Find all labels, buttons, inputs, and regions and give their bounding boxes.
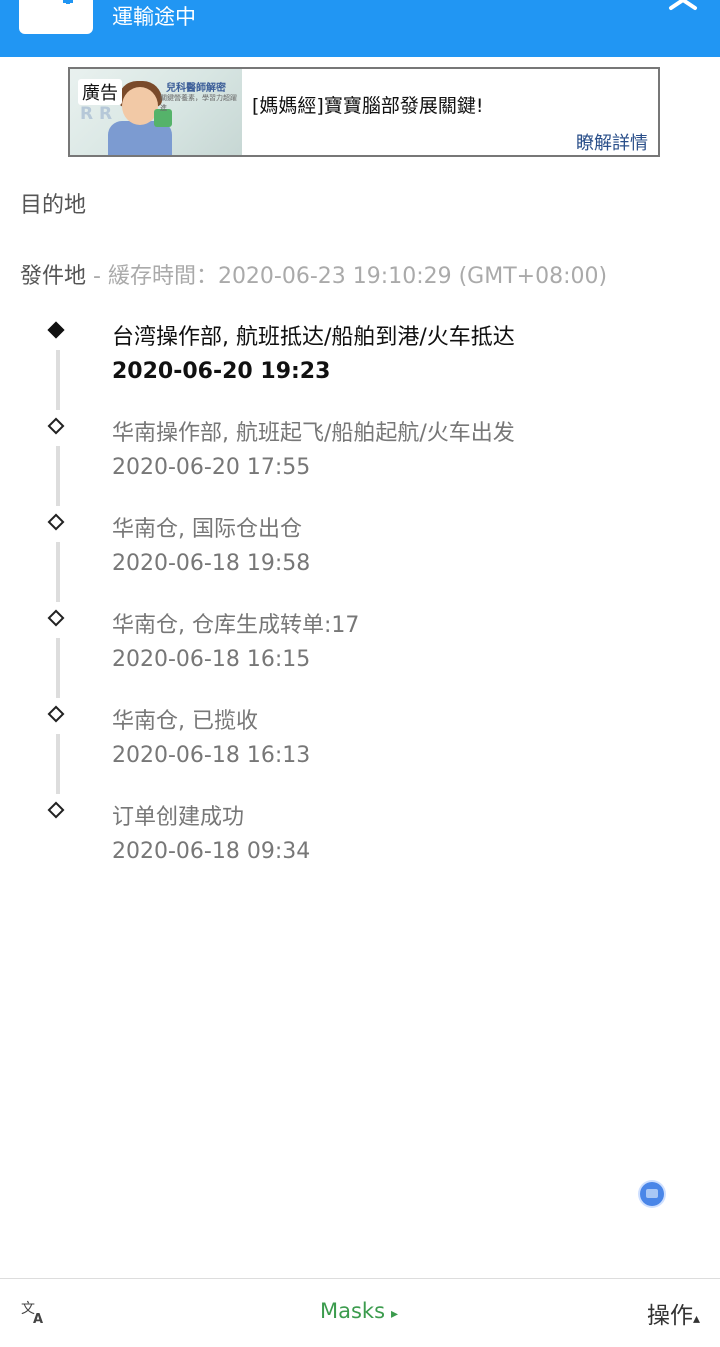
timeline-event: 华南仓, 仓库生成转单:17 2020-06-18 16:15 bbox=[0, 598, 720, 694]
ad-image-tagline: 關鍵營養素，學習力超躍進 bbox=[160, 94, 237, 112]
svg-text:A: A bbox=[33, 1312, 43, 1325]
ad-headline[interactable]: [媽媽經]寶寶腦部發展關鍵! bbox=[252, 91, 483, 118]
timeline-event: 华南仓, 已揽收 2020-06-18 16:13 bbox=[0, 694, 720, 790]
origin-line: 發件地 - 緩存時間：2020-06-23 19:10:29 (GMT+08:0… bbox=[20, 258, 607, 290]
event-description: 订单创建成功 bbox=[112, 805, 245, 830]
status-marker-icon bbox=[47, 417, 65, 435]
event-time: 2020-06-20 19:23 bbox=[112, 359, 331, 384]
event-time: 2020-06-18 09:34 bbox=[112, 839, 311, 864]
status-marker-icon bbox=[47, 801, 65, 819]
destination-label: 目的地 bbox=[20, 193, 87, 218]
page-title: 運輸途中 bbox=[112, 5, 196, 29]
timeline-event: 台湾操作部, 航班抵达/船舶到港/火车抵达 2020-06-20 19:23 bbox=[0, 310, 720, 406]
origin-label: 發件地 bbox=[20, 264, 87, 289]
close-icon[interactable] bbox=[668, 0, 698, 16]
operations-button[interactable]: 操作▴ bbox=[647, 1296, 700, 1330]
status-marker-icon bbox=[47, 705, 65, 723]
play-arrow-icon: ▸ bbox=[391, 1306, 399, 1322]
translate-icon[interactable]: 文 A bbox=[20, 1299, 48, 1325]
cache-time: - 緩存時間：2020-06-23 19:10:29 (GMT+08:00) bbox=[86, 264, 608, 289]
event-description: 华南操作部, 航班起飞/船舶起航/火车出发 bbox=[112, 421, 515, 446]
timeline-event: 订单创建成功 2020-06-18 09:34 bbox=[0, 790, 720, 886]
event-description: 华南仓, 已揽收 bbox=[112, 709, 258, 734]
floating-bubble-icon[interactable] bbox=[640, 1182, 664, 1206]
top-app-bar: 運輸途中 bbox=[0, 0, 720, 57]
event-time: 2020-06-20 17:55 bbox=[112, 455, 311, 480]
event-description: 华南仓, 仓库生成转单:17 bbox=[112, 613, 360, 638]
ad-image-child-head bbox=[122, 87, 158, 125]
ad-learn-more-link[interactable]: 瞭解詳情 bbox=[576, 129, 648, 155]
bottom-toolbar: 文 A Masks ▸ 操作▴ bbox=[0, 1278, 720, 1347]
current-status-marker-icon bbox=[47, 321, 65, 339]
masks-button[interactable]: Masks ▸ bbox=[320, 1299, 398, 1323]
event-time: 2020-06-18 16:15 bbox=[112, 647, 311, 672]
ad-label: 廣告 bbox=[78, 79, 122, 105]
caret-up-icon: ▴ bbox=[692, 1311, 700, 1327]
masks-label: Masks bbox=[320, 1299, 386, 1323]
ad-image-brand: 兒科醫師解密 bbox=[166, 83, 226, 94]
ad-banner[interactable]: R R 兒科醫師解密 關鍵營養素，學習力超躍進 廣告 [媽媽經]寶寶腦部發展關鍵… bbox=[68, 67, 660, 157]
event-description: 台湾操作部, 航班抵达/船舶到港/火车抵达 bbox=[112, 325, 515, 350]
event-time: 2020-06-18 16:13 bbox=[112, 743, 311, 768]
timeline-event: 华南操作部, 航班起飞/船舶起航/火车出发 2020-06-20 17:55 bbox=[0, 406, 720, 502]
status-icon-box bbox=[19, 0, 93, 34]
event-time: 2020-06-18 19:58 bbox=[112, 551, 311, 576]
ad-image-letters: R R bbox=[80, 104, 113, 124]
airplane-icon bbox=[63, 0, 73, 4]
redaction-blur bbox=[360, 602, 540, 636]
status-marker-icon bbox=[47, 609, 65, 627]
event-description: 华南仓, 国际仓出仓 bbox=[112, 517, 302, 542]
operations-label: 操作 bbox=[646, 1303, 693, 1329]
status-marker-icon bbox=[47, 513, 65, 531]
timeline-event: 华南仓, 国际仓出仓 2020-06-18 19:58 bbox=[0, 502, 720, 598]
